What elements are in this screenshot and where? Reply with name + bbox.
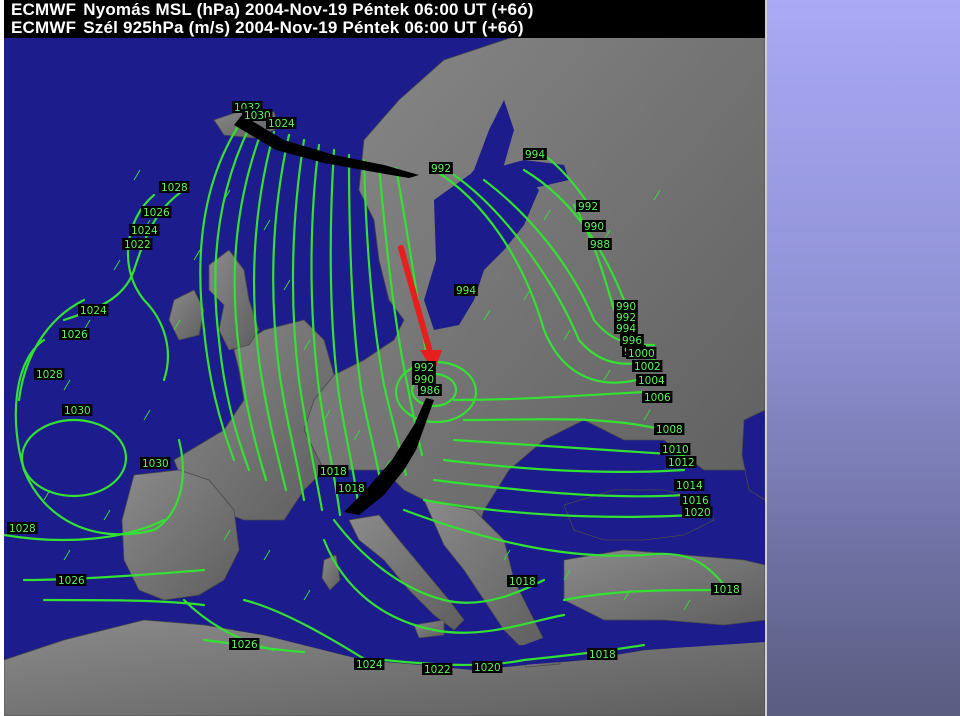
isobar-label: 986 <box>420 385 440 397</box>
title-text-2: Szél 925hPa (m/s) 2004-Nov-19 Péntek 06:… <box>83 18 524 37</box>
isobar-label: 1016 <box>682 495 709 507</box>
isobar-label: 1018 <box>338 483 365 495</box>
isobar-label: 992 <box>578 201 598 213</box>
isobar-label: 1026 <box>231 639 258 651</box>
isobar-label: 1018 <box>509 576 536 588</box>
isobar-label: 1026 <box>61 329 88 341</box>
source-label-2: ECMWF <box>8 18 80 38</box>
isobar-label: 1018 <box>320 466 347 478</box>
isobar-label: 1018 <box>589 649 616 661</box>
isobar-label: 1008 <box>656 424 683 436</box>
title-text-1: Nyomás MSL (hPa) 2004-Nov-19 Péntek 06:0… <box>83 0 534 19</box>
isobar-label: 1028 <box>161 182 188 194</box>
isobar-label: 1030 <box>142 458 169 470</box>
side-panel-edge <box>765 0 767 716</box>
isobar-label: 1030 <box>64 405 91 417</box>
source-label-1: ECMWF <box>8 0 80 20</box>
map-title-bar: ECMWF Nyomás MSL (hPa) 2004-Nov-19 Pénte… <box>4 0 765 38</box>
isobar-label: 1024 <box>80 305 107 317</box>
isobar-label: 992 <box>431 163 451 175</box>
isobar-label: 1010 <box>662 444 689 456</box>
isobar-label: 1000 <box>628 348 655 360</box>
isobar-label: 1006 <box>644 392 671 404</box>
isobar-label: 1024 <box>131 225 158 237</box>
isobar-label: 990 <box>584 221 604 233</box>
isobar-label: 1022 <box>424 664 451 676</box>
title-line-pressure: ECMWF Nyomás MSL (hPa) 2004-Nov-19 Pénte… <box>8 0 534 20</box>
isobar-label: 1002 <box>634 361 661 373</box>
isobar-label: 1028 <box>9 523 36 535</box>
isobar-label: 1020 <box>684 507 711 519</box>
isobar-label: 994 <box>456 285 476 297</box>
isobar-label: 1012 <box>668 457 695 469</box>
pressure-wind-map: 1032103010241028102610241022102410261028… <box>4 0 765 716</box>
isobar-label: 1022 <box>124 239 151 251</box>
side-panel <box>765 0 960 716</box>
isobar-label: 1020 <box>474 662 501 674</box>
isobar-label: 1024 <box>356 659 383 671</box>
title-line-wind: ECMWF Szél 925hPa (m/s) 2004-Nov-19 Pént… <box>8 18 524 38</box>
isobar-label: 1026 <box>143 207 170 219</box>
isobar-label: 1014 <box>676 480 703 492</box>
isobar-label: 1018 <box>713 584 740 596</box>
isobar-label: 994 <box>616 323 636 335</box>
weather-map-slide: 1032 1030 1024 1028 1026 1024 1022 1024 1026 1028… <box>0 0 960 716</box>
isobar-label: 1024 <box>268 118 295 130</box>
isobar-label: 992 <box>414 362 434 374</box>
isobar-label: 1026 <box>58 575 85 587</box>
isobar-label: 988 <box>590 239 610 251</box>
isobar-label: 1004 <box>638 375 665 387</box>
isobar-label: 1028 <box>36 369 63 381</box>
isobar-label: 994 <box>525 149 545 161</box>
